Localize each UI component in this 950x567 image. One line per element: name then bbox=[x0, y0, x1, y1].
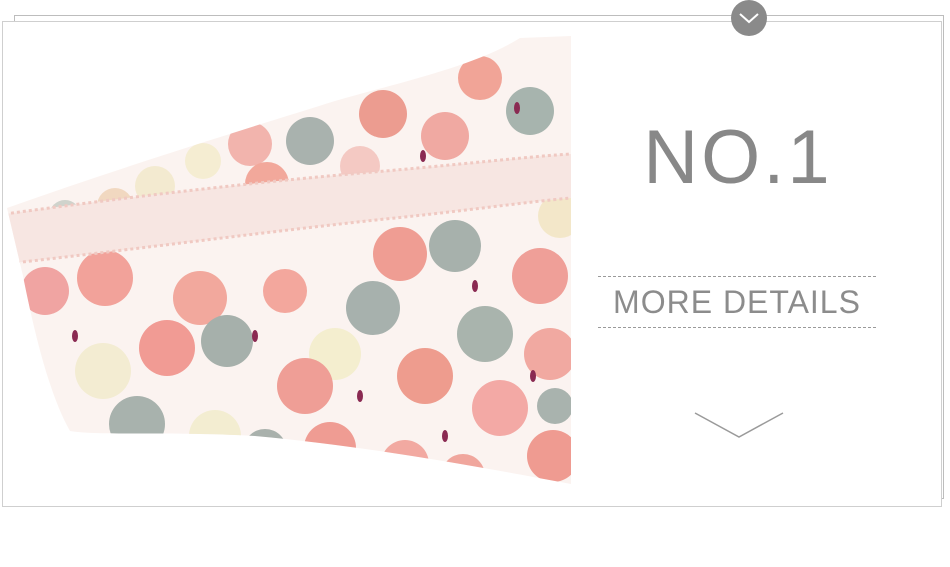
more-details-label[interactable]: MORE DETAILS bbox=[598, 276, 876, 328]
page-title: NO.1 bbox=[643, 115, 833, 200]
product-photo bbox=[7, 36, 571, 484]
chevron-down-icon[interactable] bbox=[731, 0, 767, 36]
chevron-down-icon[interactable] bbox=[693, 409, 785, 441]
